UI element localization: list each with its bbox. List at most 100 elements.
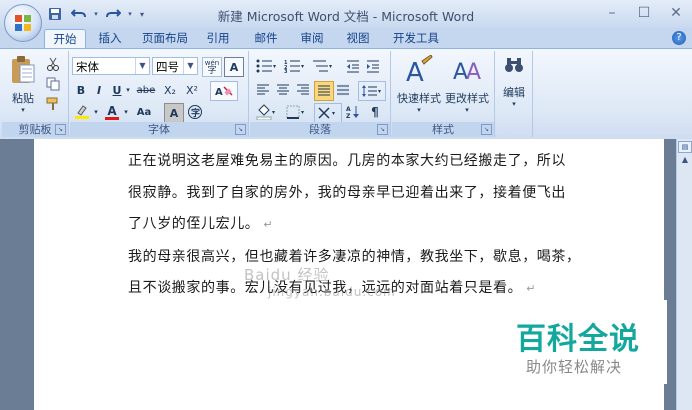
shading-button[interactable]: ▾ — [254, 103, 280, 121]
ribbon-tabs: 开始 插入 页面布局 引用 邮件 审阅 视图 开发工具 — [0, 28, 692, 49]
justify-button[interactable] — [314, 81, 334, 101]
tab-references[interactable]: 引用 — [202, 29, 234, 48]
decrease-indent-button[interactable] — [344, 57, 362, 75]
bold-button[interactable]: B — [72, 81, 90, 99]
styles-group: A 快速样式 ▾ AA 更改样式 ▾ 样式 ↘ — [392, 51, 495, 137]
copy-button[interactable] — [44, 75, 62, 93]
quick-styles-dropdown-icon: ▾ — [417, 106, 421, 114]
vertical-scrollbar[interactable]: ▲ — [676, 139, 692, 410]
window-title: 新建 Microsoft Word 文档 - Microsoft Word — [217, 9, 475, 24]
doc-line-4[interactable]: 我的母亲很高兴，但也藏着许多凄凉的神情，教我坐下，歇息，喝茶， — [128, 246, 581, 266]
window-controls: – ☐ ✕ — [596, 0, 692, 26]
phonetic-guide-button[interactable]: wén 字 — [202, 57, 222, 77]
distributed-icon — [337, 84, 349, 96]
align-left-button[interactable] — [254, 81, 272, 99]
superscript-button[interactable]: X² — [182, 81, 202, 99]
increase-indent-icon — [367, 60, 379, 73]
tab-home[interactable]: 开始 — [44, 29, 86, 49]
tab-view[interactable]: 视图 — [342, 29, 374, 48]
underline-dropdown[interactable]: ▾ — [124, 81, 132, 99]
font-size-value: 四号 — [156, 60, 179, 74]
numbering-button[interactable]: 1 2 3 ▾ — [282, 57, 308, 75]
view-ruler-button[interactable]: ▤ — [678, 141, 692, 153]
borders-button[interactable]: ▾ — [284, 103, 310, 121]
enclose-characters-button[interactable]: 字 — [186, 103, 204, 121]
help-icon[interactable]: ? — [672, 31, 686, 45]
bullets-button[interactable]: ▾ — [254, 57, 280, 75]
tab-developer[interactable]: 开发工具 — [388, 29, 444, 48]
line-spacing-button[interactable]: ▾ — [358, 81, 386, 101]
office-logo-icon — [15, 15, 31, 31]
watermark-url: jingyan.baidu.com — [268, 285, 396, 299]
highlight-dropdown[interactable]: ▾ — [92, 103, 100, 121]
paragraph-mark: ↵ — [526, 282, 537, 295]
editing-button[interactable]: 编辑 ▾ — [498, 55, 530, 113]
paragraph-group: ▾ 1 2 3 ▾ ▾ ▾ ▾ ▾ ▾ A Z ¶ 段落 ↘ — [250, 51, 391, 137]
tab-review[interactable]: 审阅 — [296, 29, 328, 48]
subscript-button[interactable]: X₂ — [160, 81, 180, 99]
change-styles-button[interactable]: AA 更改样式 ▾ — [444, 55, 490, 114]
svg-text:3: 3 — [284, 69, 288, 73]
font-color-dropdown[interactable]: ▾ — [122, 103, 130, 121]
close-button[interactable]: ✕ — [660, 0, 692, 26]
quick-styles-label: 快速样式 — [397, 92, 441, 105]
paragraph-launcher[interactable]: ↘ — [377, 124, 388, 135]
italic-button[interactable]: I — [90, 81, 108, 99]
doc-line-2[interactable]: 很寂静。我到了自家的房外，我的母亲早已迎着出来了，接着便飞出 — [128, 182, 566, 202]
paste-button[interactable]: 粘贴 ▾ — [6, 55, 40, 114]
ribbon: 粘贴 ▾ 剪贴板 ↘ 宋体 ▼ 四号 ▼ wén 字 A B I U ▾ abe… — [0, 48, 692, 140]
font-launcher[interactable]: ↘ — [235, 124, 246, 135]
align-center-icon — [277, 84, 289, 95]
multilevel-icon: ▾ — [313, 60, 332, 72]
svg-text:▾: ▾ — [301, 109, 304, 116]
tab-page-layout[interactable]: 页面布局 — [138, 29, 192, 48]
strikethrough-button[interactable]: abe — [134, 81, 158, 99]
styles-group-label: 样式 — [392, 122, 494, 137]
styles-launcher[interactable]: ↘ — [481, 124, 492, 135]
cut-button[interactable] — [44, 55, 62, 73]
show-marks-button[interactable]: ¶ — [366, 103, 384, 121]
distributed-button[interactable] — [334, 81, 352, 99]
svg-text:▾: ▾ — [378, 88, 381, 95]
borders-icon: ▾ — [286, 105, 304, 119]
increase-indent-button[interactable] — [364, 57, 382, 75]
clear-formatting-button[interactable]: A — [210, 81, 238, 101]
tab-insert[interactable]: 插入 — [92, 29, 128, 48]
svg-text:Z: Z — [346, 113, 351, 119]
editing-dropdown-icon: ▾ — [512, 100, 516, 108]
office-button[interactable] — [4, 4, 42, 42]
font-color-swatch — [105, 116, 119, 120]
svg-text:▾: ▾ — [272, 109, 275, 116]
font-color-button[interactable]: A — [102, 103, 122, 121]
scroll-up-arrow[interactable]: ▲ — [677, 153, 692, 167]
clear-format-icon: A — [215, 86, 233, 98]
sort-icon: AZ — [346, 106, 359, 119]
doc-line-1[interactable]: 正在说明这老屋难免易主的原因。几房的本家大约已经搬走了，所以 — [128, 150, 566, 170]
svg-text:▾: ▾ — [329, 63, 332, 70]
baidu-watermark: Baidu 经验 jingyan.baidu.com — [244, 264, 484, 299]
font-size-select[interactable]: 四号 ▼ — [152, 57, 198, 75]
chinese-layout-button[interactable]: ▾ — [314, 103, 342, 123]
font-name-select[interactable]: 宋体 ▼ — [72, 57, 150, 75]
tab-mailings[interactable]: 邮件 — [250, 29, 282, 48]
multilevel-list-button[interactable]: ▾ — [310, 57, 336, 75]
restore-button[interactable]: ☐ — [628, 0, 660, 26]
line-spacing-icon: ▾ — [362, 85, 381, 97]
binoculars-icon — [505, 58, 523, 72]
format-painter-button[interactable] — [44, 95, 62, 113]
align-right-button[interactable] — [294, 81, 312, 99]
char-border-button[interactable]: A — [224, 57, 244, 77]
doc-line-3[interactable]: 了八岁的侄儿宏儿。 ↵ — [128, 213, 273, 233]
change-case-button[interactable]: Aa — [132, 103, 156, 121]
clipboard-launcher[interactable]: ↘ — [55, 124, 66, 135]
change-styles-dropdown-icon: ▾ — [465, 106, 469, 114]
font-group-label: 字体 — [70, 122, 248, 137]
watermark-main: Baidu 经验 — [244, 266, 330, 284]
quick-styles-button[interactable]: A 快速样式 ▾ — [396, 54, 442, 114]
minimize-button[interactable]: – — [596, 0, 628, 26]
highlight-button[interactable] — [72, 103, 92, 121]
align-center-button[interactable] — [274, 81, 292, 99]
char-shading-button[interactable]: A — [164, 103, 184, 123]
sort-button[interactable]: AZ — [344, 103, 362, 121]
paint-bucket-icon: ▾ — [256, 104, 275, 120]
